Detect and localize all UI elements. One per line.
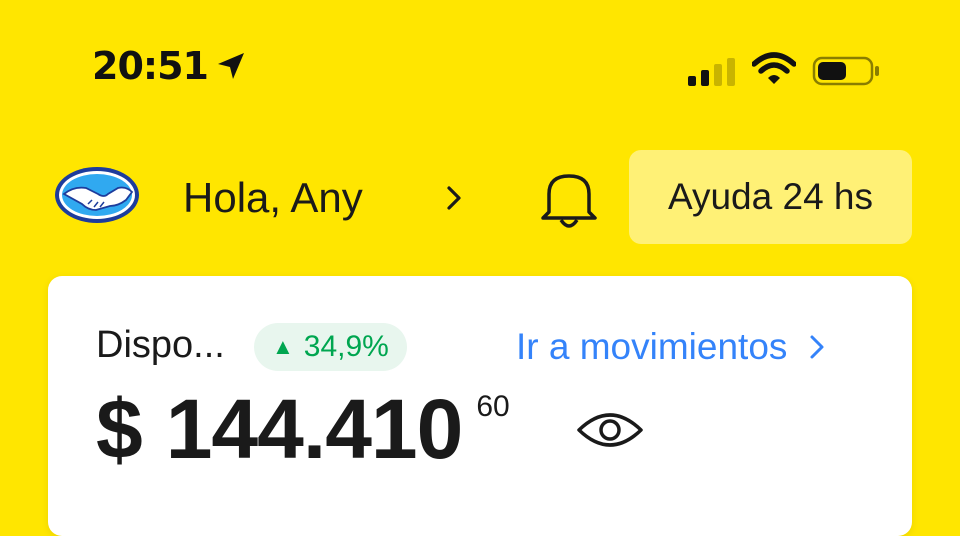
app-header: Hola, Any Ayuda 24 hs — [0, 148, 960, 248]
balance-integer: 144.410 — [165, 382, 464, 476]
available-label: Dispo... — [96, 324, 225, 366]
eye-icon[interactable] — [576, 408, 644, 452]
bell-icon[interactable] — [535, 166, 603, 230]
movements-link-label[interactable]: Ir a movimientos — [516, 326, 787, 368]
status-time-group: 20:51 — [92, 44, 248, 88]
balance-change-value: 34,9% — [303, 330, 389, 363]
wifi-icon — [752, 52, 796, 84]
arrow-up-icon: ▲ — [272, 334, 294, 359]
location-arrow-icon — [217, 53, 244, 79]
battery-icon — [812, 56, 879, 86]
movements-link[interactable]: Ir a movimientos — [516, 326, 827, 368]
status-bar: 20:51 — [0, 0, 960, 140]
balance-change-badge: ▲ 34,9% — [254, 323, 407, 371]
chevron-right-icon[interactable] — [807, 332, 827, 362]
currency-symbol: $ — [96, 382, 143, 476]
help-button[interactable]: Ayuda 24 hs — [629, 150, 912, 244]
balance-amount: $ 144.410 60 — [96, 384, 510, 474]
balance-card: Dispo... ▲ 34,9% Ir a movimientos $ 144.… — [48, 276, 912, 536]
status-time: 20:51 — [92, 44, 209, 88]
cellular-signal-icon — [688, 58, 735, 86]
mercado-pago-handshake-icon[interactable] — [52, 164, 142, 226]
chevron-right-icon[interactable] — [440, 182, 468, 214]
balance-cents: 60 — [476, 390, 510, 423]
greeting-text[interactable]: Hola, Any — [183, 174, 363, 222]
